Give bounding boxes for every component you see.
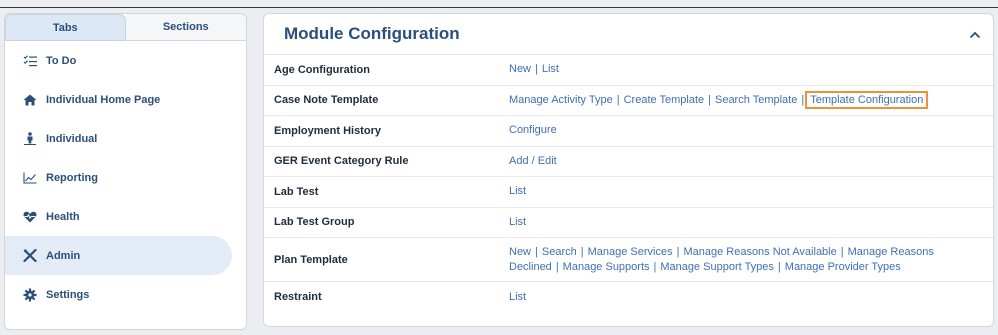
- sidebar-item-to-do[interactable]: To Do: [5, 41, 232, 80]
- sidebar-item-settings[interactable]: Settings: [5, 275, 232, 314]
- row-label: Age Configuration: [274, 63, 370, 76]
- table-row: Plan Template New | Search | Manage Services…: [264, 238, 993, 282]
- link-manage-services[interactable]: Manage Services: [588, 246, 673, 258]
- top-divider: [0, 7, 998, 8]
- page-title: Module Configuration: [284, 24, 460, 43]
- row-label: GER Event Category Rule: [274, 155, 409, 168]
- link-manage-activity-type[interactable]: Manage Activity Type: [509, 94, 613, 106]
- sidebar-item-label: To Do: [46, 54, 77, 67]
- sidebar: Tabs Sections To Do Individual Home Page…: [4, 13, 247, 330]
- table-row: GER Event Category Rule Add / Edit: [264, 147, 993, 177]
- link-new[interactable]: New: [509, 246, 531, 258]
- module-configuration-panel: Module Configuration Age Configuration N…: [263, 13, 994, 327]
- row-label: Case Note Template: [274, 94, 379, 107]
- link-configure[interactable]: Configure: [509, 124, 557, 136]
- sidebar-tabs: Tabs Sections: [5, 14, 246, 41]
- panel-header: Module Configuration: [264, 14, 993, 55]
- row-links: Manage Activity Type | Create Template | Sea…: [509, 90, 929, 109]
- row-links: Configure: [509, 123, 993, 138]
- row-links: List: [509, 184, 993, 199]
- table-row: Lab Test Group List: [264, 208, 993, 238]
- sidebar-item-admin[interactable]: Admin: [5, 236, 232, 275]
- row-label: Lab Test Group: [274, 216, 355, 229]
- link-search[interactable]: Search: [542, 246, 577, 258]
- link-list[interactable]: List: [509, 185, 526, 197]
- table-row: Employment History Configure: [264, 116, 993, 147]
- row-links: Add / Edit: [509, 154, 993, 169]
- table-row: Lab Test List: [264, 177, 993, 208]
- sidebar-item-individual[interactable]: Individual: [5, 119, 232, 158]
- sidebar-item-label: Admin: [46, 249, 81, 262]
- link-manage-supports[interactable]: Manage Supports: [563, 261, 650, 273]
- tools-icon: [21, 249, 39, 263]
- row-links: New | Search | Manage Services | Manage Reason…: [509, 245, 934, 273]
- link-list[interactable]: List: [509, 291, 526, 303]
- link-list[interactable]: List: [509, 216, 526, 228]
- link-template-configuration[interactable]: Template Configuration: [805, 90, 929, 109]
- table-row: Age Configuration New | List: [264, 55, 993, 86]
- chart-icon: [21, 171, 39, 185]
- table-row: Case Note Template Manage Activity Type |…: [264, 86, 993, 116]
- home-icon: [21, 93, 39, 107]
- row-label: Plan Template: [274, 253, 348, 266]
- row-links: List: [509, 290, 993, 305]
- link-manage-provider-types[interactable]: Manage Provider Types: [785, 261, 901, 273]
- sidebar-item-label: Reporting: [46, 171, 98, 184]
- heartbeat-icon: [21, 210, 39, 224]
- gear-icon: [21, 288, 39, 302]
- link-add-edit[interactable]: Add / Edit: [509, 155, 557, 167]
- sidebar-item-reporting[interactable]: Reporting: [5, 158, 232, 197]
- row-label: Restraint: [274, 291, 322, 304]
- link-create-template[interactable]: Create Template: [624, 94, 705, 106]
- sidebar-menu: To Do Individual Home Page Individual Re…: [5, 41, 246, 314]
- row-label: Lab Test: [274, 185, 319, 198]
- row-links: List: [509, 215, 993, 230]
- sidebar-item-label: Settings: [46, 288, 90, 301]
- sidebar-item-label: Health: [46, 210, 80, 223]
- link-search-template[interactable]: Search Template: [715, 94, 797, 106]
- chevron-up-icon[interactable]: [967, 27, 983, 43]
- sidebar-item-health[interactable]: Health: [5, 197, 232, 236]
- link-list[interactable]: List: [542, 63, 559, 75]
- todo-list-icon: [21, 54, 39, 68]
- tab-sections[interactable]: Sections: [125, 14, 246, 41]
- tab-tabs[interactable]: Tabs: [5, 14, 126, 41]
- sidebar-item-individual-home-page[interactable]: Individual Home Page: [5, 80, 232, 119]
- row-label: Employment History: [274, 124, 381, 137]
- link-manage-support-types[interactable]: Manage Support Types: [660, 261, 774, 273]
- link-new[interactable]: New: [509, 63, 531, 75]
- link-manage-reasons-not-available[interactable]: Manage Reasons Not Available: [683, 246, 836, 258]
- person-icon: [21, 132, 39, 146]
- row-links: New | List: [509, 63, 559, 76]
- sidebar-item-label: Individual Home Page: [46, 93, 161, 106]
- sidebar-item-label: Individual: [46, 132, 98, 145]
- config-table: Age Configuration New | List Case Note Tem…: [264, 55, 993, 313]
- table-row: Restraint List: [264, 282, 993, 313]
